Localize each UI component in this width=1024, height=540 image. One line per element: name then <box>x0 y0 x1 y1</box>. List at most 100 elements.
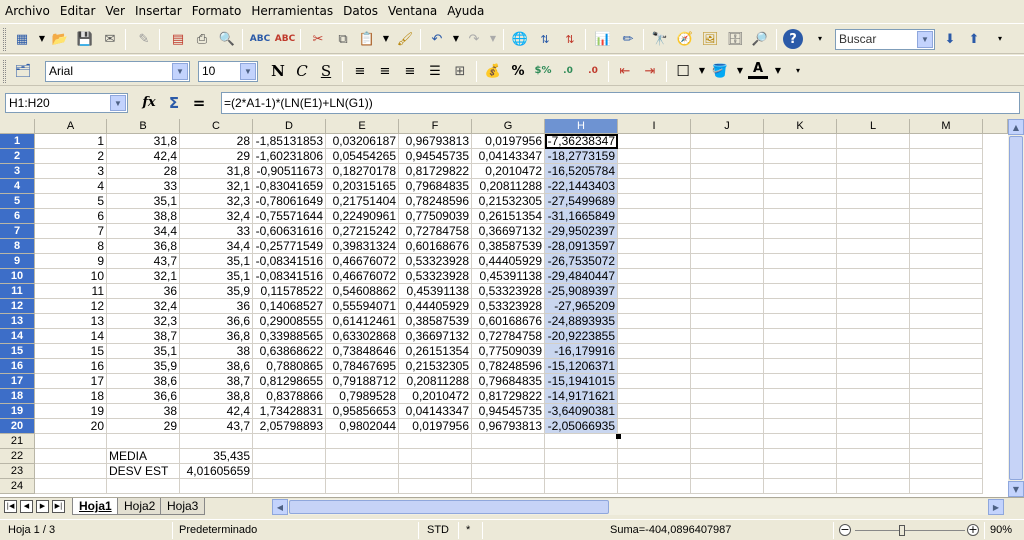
gallery-icon[interactable]: 🖼 <box>700 29 720 49</box>
cell-j19[interactable] <box>691 404 764 419</box>
toolbar-options-icon[interactable]: ▾ <box>788 61 808 81</box>
cell-i17[interactable] <box>618 374 691 389</box>
cell-m6[interactable] <box>910 209 983 224</box>
cell-i11[interactable] <box>618 284 691 299</box>
cell-k20[interactable] <box>764 419 837 434</box>
cell-i22[interactable] <box>618 449 691 464</box>
cell-d2[interactable]: -1,60231806 <box>253 149 326 164</box>
toolbar-grip[interactable] <box>3 60 6 83</box>
cell-m7[interactable] <box>910 224 983 239</box>
cell-h21[interactable] <box>545 434 618 449</box>
paste-icon[interactable]: 📋 <box>357 29 377 49</box>
cell-i18[interactable] <box>618 389 691 404</box>
cell-a4[interactable]: 4 <box>35 179 107 194</box>
cell-b9[interactable]: 43,7 <box>107 254 180 269</box>
autospellcheck-icon[interactable]: ABC <box>275 29 295 49</box>
cell-j9[interactable] <box>691 254 764 269</box>
cell-d23[interactable] <box>253 464 326 479</box>
chart-icon[interactable]: 📊 <box>593 29 613 49</box>
cell-f2[interactable]: 0,94545735 <box>399 149 472 164</box>
row-header-12[interactable]: 12 <box>0 299 35 314</box>
zoom-slider-thumb[interactable] <box>899 525 905 536</box>
horizontal-scrollbar[interactable]: ◀ ▶ <box>272 499 1004 515</box>
menu-ventana[interactable]: Ventana <box>383 0 442 22</box>
zoom-icon[interactable]: 🔎 <box>750 29 770 49</box>
standard-format-icon[interactable]: $% <box>533 61 553 81</box>
scroll-left-icon[interactable]: ◀ <box>272 499 288 515</box>
status-insert-mode[interactable]: STD <box>427 523 449 538</box>
cell-l10[interactable] <box>837 269 910 284</box>
cell-g15[interactable]: 0,77509039 <box>472 344 545 359</box>
cell-i3[interactable] <box>618 164 691 179</box>
cell-m4[interactable] <box>910 179 983 194</box>
cell-c1[interactable]: 28 <box>180 134 253 149</box>
cell-e8[interactable]: 0,39831324 <box>326 239 399 254</box>
last-sheet-icon[interactable]: ▶| <box>52 500 65 513</box>
cell-k12[interactable] <box>764 299 837 314</box>
cell-l3[interactable] <box>837 164 910 179</box>
cell-k17[interactable] <box>764 374 837 389</box>
next-sheet-icon[interactable]: ▶ <box>36 500 49 513</box>
draw-functions-icon[interactable]: ✏ <box>618 29 638 49</box>
cell-f13[interactable]: 0,38587539 <box>399 314 472 329</box>
cell-k5[interactable] <box>764 194 837 209</box>
cell-b16[interactable]: 35,9 <box>107 359 180 374</box>
cell-j5[interactable] <box>691 194 764 209</box>
cell-a5[interactable]: 5 <box>35 194 107 209</box>
cell-l24[interactable] <box>837 479 910 494</box>
delete-decimal-icon[interactable]: .0 <box>583 61 603 81</box>
cell-i9[interactable] <box>618 254 691 269</box>
cell-b7[interactable]: 34,4 <box>107 224 180 239</box>
cell-b18[interactable]: 36,6 <box>107 389 180 404</box>
cell-g11[interactable]: 0,53323928 <box>472 284 545 299</box>
sort-descending-icon[interactable]: ⇅ <box>560 29 580 49</box>
cell-f8[interactable]: 0,60168676 <box>399 239 472 254</box>
cell-f10[interactable]: 0,53323928 <box>399 269 472 284</box>
cell-f23[interactable] <box>399 464 472 479</box>
cell-i20[interactable] <box>618 419 691 434</box>
cell-k10[interactable] <box>764 269 837 284</box>
cell-a15[interactable]: 15 <box>35 344 107 359</box>
cell-j4[interactable] <box>691 179 764 194</box>
cell-b6[interactable]: 38,8 <box>107 209 180 224</box>
cell-d9[interactable]: -0,08341516 <box>253 254 326 269</box>
column-header-f[interactable]: F <box>399 119 472 134</box>
cell-g19[interactable]: 0,94545735 <box>472 404 545 419</box>
navigator-icon[interactable]: 🧭 <box>675 29 695 49</box>
vertical-scrollbar[interactable]: ▲ ▼ <box>1008 119 1024 497</box>
cell-k6[interactable] <box>764 209 837 224</box>
cell-d20[interactable]: 2,05798893 <box>253 419 326 434</box>
print-icon[interactable]: ⎙ <box>192 29 212 49</box>
cell-f12[interactable]: 0,44405929 <box>399 299 472 314</box>
cell-k11[interactable] <box>764 284 837 299</box>
cell-j3[interactable] <box>691 164 764 179</box>
cell-c14[interactable]: 36,8 <box>180 329 253 344</box>
cell-m23[interactable] <box>910 464 983 479</box>
cell-g23[interactable] <box>472 464 545 479</box>
cell-a8[interactable]: 8 <box>35 239 107 254</box>
cell-a2[interactable]: 2 <box>35 149 107 164</box>
cell-d21[interactable] <box>253 434 326 449</box>
cell-a11[interactable]: 11 <box>35 284 107 299</box>
row-header-6[interactable]: 6 <box>0 209 35 224</box>
cell-k19[interactable] <box>764 404 837 419</box>
cell-l4[interactable] <box>837 179 910 194</box>
column-header-k[interactable]: K <box>764 119 837 134</box>
name-box-dropdown-icon[interactable]: ▼ <box>110 95 126 111</box>
row-header-19[interactable]: 19 <box>0 404 35 419</box>
row-header-7[interactable]: 7 <box>0 224 35 239</box>
cell-f22[interactable] <box>399 449 472 464</box>
cell-d7[interactable]: -0,60631616 <box>253 224 326 239</box>
cell-j13[interactable] <box>691 314 764 329</box>
cell-l19[interactable] <box>837 404 910 419</box>
edit-file-icon[interactable]: ✎ <box>134 29 154 49</box>
cell-c22[interactable]: 35,435 <box>180 449 253 464</box>
undo-icon[interactable]: ↶ <box>427 29 447 49</box>
row-header-1[interactable]: 1 <box>0 134 35 149</box>
cell-k8[interactable] <box>764 239 837 254</box>
cell-g3[interactable]: 0,2010472 <box>472 164 545 179</box>
cell-c10[interactable]: 35,1 <box>180 269 253 284</box>
column-header-h[interactable]: H <box>545 119 618 134</box>
cell-d14[interactable]: 0,33988565 <box>253 329 326 344</box>
cell-m10[interactable] <box>910 269 983 284</box>
